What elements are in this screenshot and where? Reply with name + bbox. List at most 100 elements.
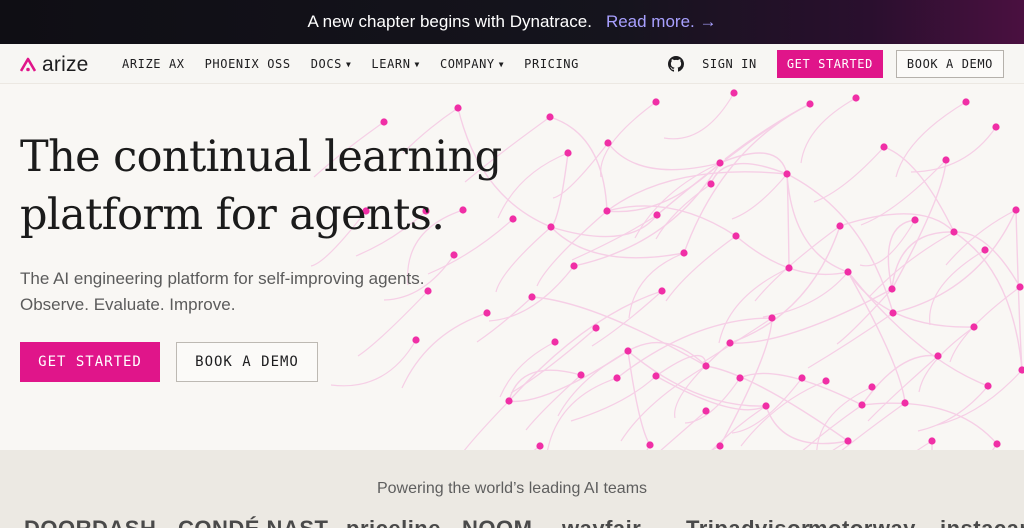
network-node — [889, 309, 897, 317]
network-node — [942, 156, 950, 164]
network-wisp — [929, 249, 986, 326]
arize-logo-icon — [20, 57, 36, 72]
network-node — [868, 383, 876, 391]
network-node — [652, 98, 660, 106]
brand-logo: DOORDASH — [24, 516, 156, 528]
network-wisp — [401, 312, 488, 389]
main-menu: ARIZE AX PHOENIX OSS DOCS ▼ LEARN ▼ COMPAN… — [122, 44, 599, 84]
network-node — [1012, 206, 1020, 214]
network-wisp — [600, 101, 657, 178]
network-wisp — [740, 380, 827, 447]
nav-item-company[interactable]: COMPANY ▼ — [440, 57, 504, 71]
network-node — [911, 216, 919, 224]
nav-actions: SIGN IN GET STARTED BOOK A DEMO — [668, 50, 1004, 78]
network-wisp — [525, 374, 582, 431]
network-node — [981, 246, 989, 254]
network-node — [888, 285, 896, 293]
nav-item-phoenix-oss[interactable]: PHOENIX OSS — [205, 57, 291, 71]
network-node — [730, 89, 738, 97]
nav-item-arize-ax[interactable]: ARIZE AX — [122, 57, 185, 71]
network-node — [762, 402, 770, 410]
network-node — [732, 232, 740, 240]
logo-text: arize — [42, 53, 89, 76]
network-link — [953, 231, 1023, 371]
network-node — [536, 442, 544, 450]
network-wisp — [813, 146, 885, 203]
network-wisp — [754, 225, 841, 302]
network-node — [450, 251, 458, 259]
brand-logo: CONDÉ NAST — [178, 516, 328, 528]
network-node — [570, 262, 578, 270]
headline-line: platform for agents. — [20, 190, 445, 240]
network-node — [551, 338, 559, 346]
brand-logo: instacart — [940, 516, 1024, 528]
network-node — [901, 399, 909, 407]
network-wisp — [859, 219, 916, 267]
announcement-banner: A new chapter begins with Dynatrace. Rea… — [0, 0, 1024, 44]
network-wisp — [731, 173, 788, 220]
network-node — [546, 113, 554, 121]
arize-logo[interactable]: arize — [20, 53, 89, 77]
network-node — [592, 324, 600, 332]
network-node — [702, 407, 710, 415]
subtitle-line: Observe. Evaluate. Improve. — [20, 295, 236, 314]
network-wisp — [495, 226, 552, 293]
network-wisp — [836, 288, 893, 345]
network-link — [549, 116, 608, 212]
network-node — [454, 104, 462, 112]
nav-item-learn[interactable]: LEARN ▼ — [371, 57, 420, 71]
network-node — [992, 123, 1000, 131]
network-wisp — [918, 326, 975, 393]
sign-in-link[interactable]: SIGN IN — [702, 57, 757, 71]
nav-get-started-button[interactable]: GET STARTED — [776, 50, 883, 78]
network-link — [729, 225, 841, 344]
network-link — [550, 152, 569, 228]
github-icon[interactable] — [668, 56, 685, 72]
nav-book-demo-button[interactable]: BOOK A DEMO — [895, 50, 1004, 78]
network-node — [984, 382, 992, 390]
nav-item-label: COMPANY — [439, 57, 495, 71]
network-node — [483, 309, 491, 317]
banner-read-more-link[interactable]: Read more. → — [606, 12, 717, 32]
network-node — [547, 223, 555, 231]
network-node — [852, 94, 860, 102]
network-wisp — [499, 341, 556, 398]
network-node — [726, 339, 734, 347]
network-node — [768, 314, 776, 322]
network-node — [702, 362, 710, 370]
network-node — [412, 336, 420, 344]
nav-item-label: ARIZE AX — [122, 57, 185, 71]
banner-message: A new chapter begins with Dynatrace. — [307, 12, 592, 31]
network-node — [806, 100, 814, 108]
network-link — [861, 402, 998, 445]
hero-get-started-button[interactable]: GET STARTED — [20, 342, 160, 382]
subtitle-line: The AI engineering platform for self-imp… — [20, 269, 425, 288]
nav-item-label: LEARN — [371, 57, 411, 71]
nav-item-pricing[interactable]: PRICING — [524, 57, 579, 71]
network-wisp — [936, 369, 1023, 426]
network-wisp — [463, 400, 510, 450]
network-wisp — [800, 97, 857, 164]
network-wisp — [684, 377, 741, 424]
network-wisp — [916, 440, 933, 450]
network-node — [822, 377, 830, 385]
network-node — [1016, 283, 1024, 291]
network-node — [380, 118, 388, 126]
nav-item-label: PHOENIX OSS — [204, 57, 291, 71]
network-node — [613, 374, 621, 382]
network-link — [616, 317, 773, 379]
hero-subtitle: The AI engineering platform for self-imp… — [20, 266, 460, 318]
chevron-down-icon: ▼ — [414, 59, 420, 69]
network-node — [962, 98, 970, 106]
network-node — [798, 374, 806, 382]
network-node — [844, 437, 852, 445]
headline-line: The continual learning — [20, 132, 502, 182]
network-wisp — [867, 355, 939, 422]
network-link — [550, 214, 658, 238]
top-nav: arize ARIZE AX PHOENIX OSS DOCS ▼ LEARN ▼ … — [0, 44, 1024, 84]
hero-book-demo-button[interactable]: BOOK A DEMO — [176, 342, 318, 382]
nav-item-docs[interactable]: DOCS ▼ — [311, 57, 352, 71]
nav-item-label: DOCS — [310, 57, 342, 71]
network-node — [716, 159, 724, 167]
network-wisp — [949, 286, 1021, 363]
